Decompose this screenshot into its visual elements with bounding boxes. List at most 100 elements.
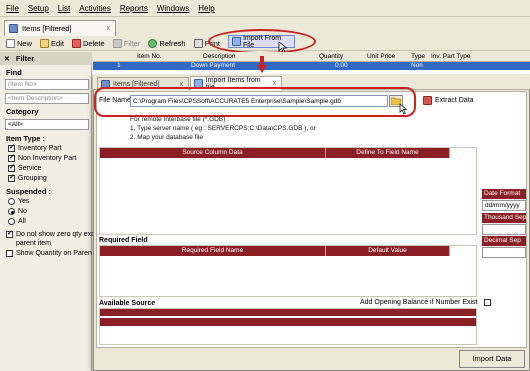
extract-data-button[interactable]: Extract Data (423, 96, 474, 105)
tab-items-filtered[interactable]: Items [Filtered] x (4, 20, 116, 36)
filter-button[interactable]: Filter (112, 38, 141, 48)
col-unit-price[interactable]: Unit Price (367, 53, 395, 60)
available-source-row[interactable] (100, 318, 476, 326)
radio-icon (8, 218, 15, 225)
radio-icon (8, 198, 15, 205)
filter-icon (112, 38, 122, 48)
menu-windows[interactable]: Windows (157, 4, 189, 13)
checkbox-icon (483, 299, 491, 306)
required-field-grid-header: Required Field Name Default Value (100, 246, 450, 256)
col-item-no[interactable]: Item No. (137, 53, 162, 60)
info-line-1: For remote Interbase file (*.GDB) : (130, 116, 229, 123)
source-column-header[interactable]: Source Column Data (100, 148, 326, 158)
import-data-button[interactable]: Import Data (459, 350, 525, 368)
zero-qty-label-2: parent item (16, 240, 52, 247)
item-type-non-inventory-label: Non Inventory Part (18, 155, 77, 162)
menu-activities[interactable]: Activities (79, 4, 111, 13)
opening-balance-option[interactable]: Add Opening Balance if Number Exist (360, 299, 491, 306)
suspended-yes[interactable]: Yes (8, 198, 29, 205)
required-field-label: Required Field (99, 237, 148, 244)
opening-balance-label: Add Opening Balance if Number Exist (360, 299, 478, 306)
col-inv-part-type[interactable]: Inv. Part Type (431, 53, 471, 60)
refresh-button-label: Refresh (159, 38, 186, 48)
checkbox-icon (8, 143, 15, 152)
col-type[interactable]: Type (411, 53, 425, 60)
item-type-grouping[interactable]: Grouping (8, 173, 47, 182)
close-icon[interactable]: x (273, 80, 277, 87)
item-type-non-inventory[interactable]: Non Inventory Part (8, 153, 77, 162)
col-description[interactable]: Description (203, 53, 236, 60)
item-type-service[interactable]: Service (8, 163, 42, 172)
info-line-3: 2. Map your database file (130, 134, 203, 141)
filter-title: Filter (15, 54, 35, 63)
decimal-sep-label: Decimal Sep (482, 236, 526, 246)
new-button-label: New (17, 38, 33, 48)
info-line-2: 1. Type server name ( eg : SERVERCPS:C:\… (130, 125, 316, 132)
tab-items-label: Items [Filtered] (22, 24, 72, 33)
item-description-input[interactable]: <Item Description> (5, 93, 89, 104)
grid-icon (9, 24, 18, 33)
zero-qty-option[interactable]: Do not show zero qty exc (6, 229, 95, 238)
print-icon (193, 38, 203, 48)
item-type-inventory[interactable]: Inventory Part (8, 143, 62, 152)
cell-quantity: 0.00 (335, 62, 348, 69)
checkbox-icon (8, 153, 15, 162)
refresh-icon (148, 38, 158, 48)
item-no-input[interactable]: (Item No> (5, 79, 89, 90)
extract-icon (423, 96, 432, 105)
suspended-all[interactable]: All (8, 218, 26, 225)
filter-pin-icon[interactable]: ✕ (4, 55, 10, 63)
new-icon (6, 38, 15, 48)
filter-button-label: Filter (123, 38, 141, 48)
show-qty-parent-label: Show Quantity on Paren (16, 250, 92, 257)
mapping-grid[interactable] (99, 147, 477, 235)
default-value-header[interactable]: Default Value (326, 246, 450, 256)
thousand-sep-input[interactable] (482, 224, 526, 235)
delete-icon (71, 38, 81, 48)
cell-description: Down Payment (191, 62, 236, 69)
red-arrow-icon (257, 56, 267, 73)
items-grid-header: Item No. Description Quantity Unit Price… (93, 52, 530, 62)
category-label: Category (6, 107, 39, 116)
filter-header: ✕ Filter (0, 52, 92, 65)
highlight-rounded-box (94, 87, 416, 117)
menu-reports[interactable]: Reports (120, 4, 148, 13)
decimal-sep-input[interactable] (482, 247, 526, 258)
checkbox-icon (8, 163, 15, 172)
table-row[interactable]: 1 Down Payment 0.00 Non (93, 62, 530, 70)
available-source-header (100, 309, 476, 316)
cell-type: Non (411, 62, 423, 69)
zero-qty-label: Do not show zero qty exc (16, 231, 95, 238)
menu-setup[interactable]: Setup (28, 4, 49, 13)
refresh-button[interactable]: Refresh (148, 38, 186, 48)
edit-button[interactable]: Edit (40, 38, 64, 48)
mapping-grid-header: Source Column Data Define To Field Name (100, 148, 450, 158)
item-type-label: Item Type : (6, 134, 46, 143)
available-source-label: Available Source (99, 300, 156, 307)
date-format-input[interactable]: dd/mm/yyyy (482, 200, 526, 211)
date-format-label: Date Format (482, 189, 526, 199)
close-icon[interactable]: x (107, 25, 111, 32)
delete-button[interactable]: Delete (71, 38, 105, 48)
thousand-sep-label: Thousand Sep (482, 213, 526, 223)
suspended-no[interactable]: No (8, 208, 27, 215)
checkbox-icon (6, 229, 13, 238)
menu-list[interactable]: List (58, 4, 70, 13)
menu-help[interactable]: Help (198, 4, 214, 13)
item-type-service-label: Service (18, 165, 42, 172)
radio-icon (8, 208, 15, 215)
item-type-grouping-label: Grouping (18, 175, 47, 182)
col-quantity[interactable]: Quantity (319, 53, 343, 60)
define-field-header[interactable]: Define To Field Name (326, 148, 450, 158)
delete-button-label: Delete (82, 38, 105, 48)
show-qty-parent-option[interactable]: Show Quantity on Paren (6, 250, 92, 257)
edit-button-label: Edit (51, 38, 64, 48)
required-field-name-header[interactable]: Required Field Name (100, 246, 326, 256)
category-select[interactable]: <All> (5, 119, 89, 130)
cell-item-no: 1 (117, 62, 121, 69)
checkbox-icon (8, 173, 15, 182)
menu-file[interactable]: File (6, 4, 19, 13)
suspended-yes-label: Yes (18, 198, 30, 205)
new-button[interactable]: New (6, 38, 33, 48)
menu-bar: File Setup List Activities Reports Windo… (0, 0, 530, 17)
